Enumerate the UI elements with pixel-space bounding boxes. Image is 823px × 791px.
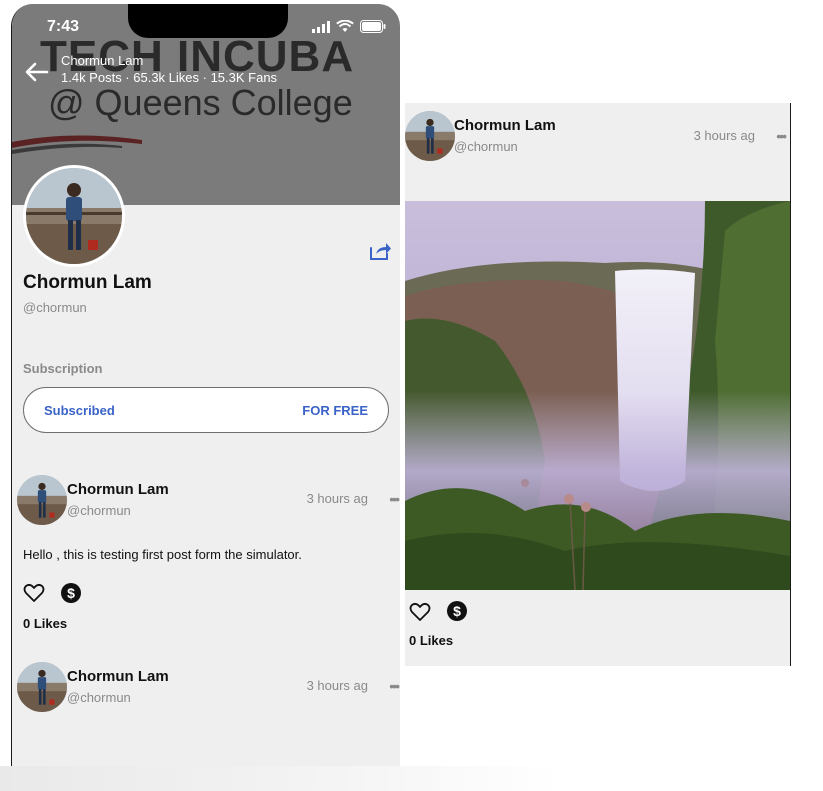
subscription-price: FOR FREE bbox=[302, 403, 368, 418]
post-handle: @chormun bbox=[454, 139, 518, 154]
arrow-left-icon[interactable] bbox=[24, 60, 50, 84]
post-author[interactable]: Chormun Lam bbox=[454, 117, 556, 134]
post-time: 3 hours ag bbox=[306, 678, 368, 693]
subscription-status: Subscribed bbox=[44, 403, 115, 418]
post-card: Chormun Lam @chormun 3 hours ag ••• bbox=[12, 662, 400, 766]
heart-icon[interactable] bbox=[23, 583, 45, 603]
post-card: Chormun Lam @chormun 3 hours ag ••• Hell… bbox=[12, 475, 400, 631]
profile-avatar[interactable] bbox=[23, 165, 125, 267]
post-time: 3 hours ag bbox=[306, 491, 368, 506]
avatar-photo bbox=[17, 475, 67, 525]
bottom-edge bbox=[0, 766, 560, 791]
subscription-label: Subscription bbox=[23, 361, 103, 376]
ellipsis-icon[interactable]: ••• bbox=[389, 678, 400, 694]
post-author[interactable]: Chormun Lam bbox=[67, 668, 169, 685]
post-time: 3 hours ag bbox=[693, 128, 755, 143]
avatar-photo bbox=[17, 662, 67, 712]
subscribe-button[interactable]: Subscribed FOR FREE bbox=[23, 387, 389, 433]
post-header: Chormun Lam @chormun 3 hours ag ••• bbox=[405, 111, 790, 171]
header-stats: 1.4k Posts · 65.3k Likes · 15.3K Fans bbox=[61, 70, 278, 85]
avatar-photo bbox=[26, 168, 122, 264]
dollar-icon[interactable]: $ bbox=[447, 601, 467, 621]
status-icons bbox=[312, 20, 386, 33]
signal-icon bbox=[312, 20, 330, 33]
post-avatar[interactable] bbox=[17, 475, 67, 525]
post-text: Hello , this is testing first post form … bbox=[23, 547, 302, 562]
dollar-icon[interactable]: $ bbox=[61, 583, 81, 603]
battery-icon bbox=[360, 20, 386, 33]
post-handle: @chormun bbox=[67, 690, 131, 705]
likes-count: 0 Likes bbox=[23, 616, 68, 631]
profile-screen: TECH INCUBA @ Queens College 7:43 Chormu… bbox=[11, 4, 400, 766]
device-notch bbox=[128, 4, 288, 38]
cover-swoosh bbox=[12, 135, 142, 154]
heart-icon[interactable] bbox=[409, 602, 431, 622]
status-time: 7:43 bbox=[47, 18, 80, 35]
ellipsis-icon[interactable]: ••• bbox=[389, 491, 400, 507]
post-avatar[interactable] bbox=[405, 111, 455, 161]
wifi-icon bbox=[336, 20, 354, 32]
avatar-photo bbox=[405, 111, 455, 161]
share-icon[interactable] bbox=[368, 240, 392, 262]
profile-handle: @chormun bbox=[23, 300, 87, 315]
post-author[interactable]: Chormun Lam bbox=[67, 481, 169, 498]
ellipsis-icon[interactable]: ••• bbox=[776, 128, 787, 144]
post-avatar[interactable] bbox=[17, 662, 67, 712]
header-name: Chormun Lam bbox=[61, 53, 144, 68]
profile-name: Chormun Lam bbox=[23, 272, 152, 293]
waterfall-photo[interactable] bbox=[405, 201, 790, 590]
post-handle: @chormun bbox=[67, 503, 131, 518]
likes-count: 0 Likes bbox=[409, 633, 454, 648]
cover-text-line2: @ Queens College bbox=[48, 82, 353, 123]
post-detail-card: Chormun Lam @chormun 3 hours ag ••• $ 0 … bbox=[405, 103, 791, 666]
